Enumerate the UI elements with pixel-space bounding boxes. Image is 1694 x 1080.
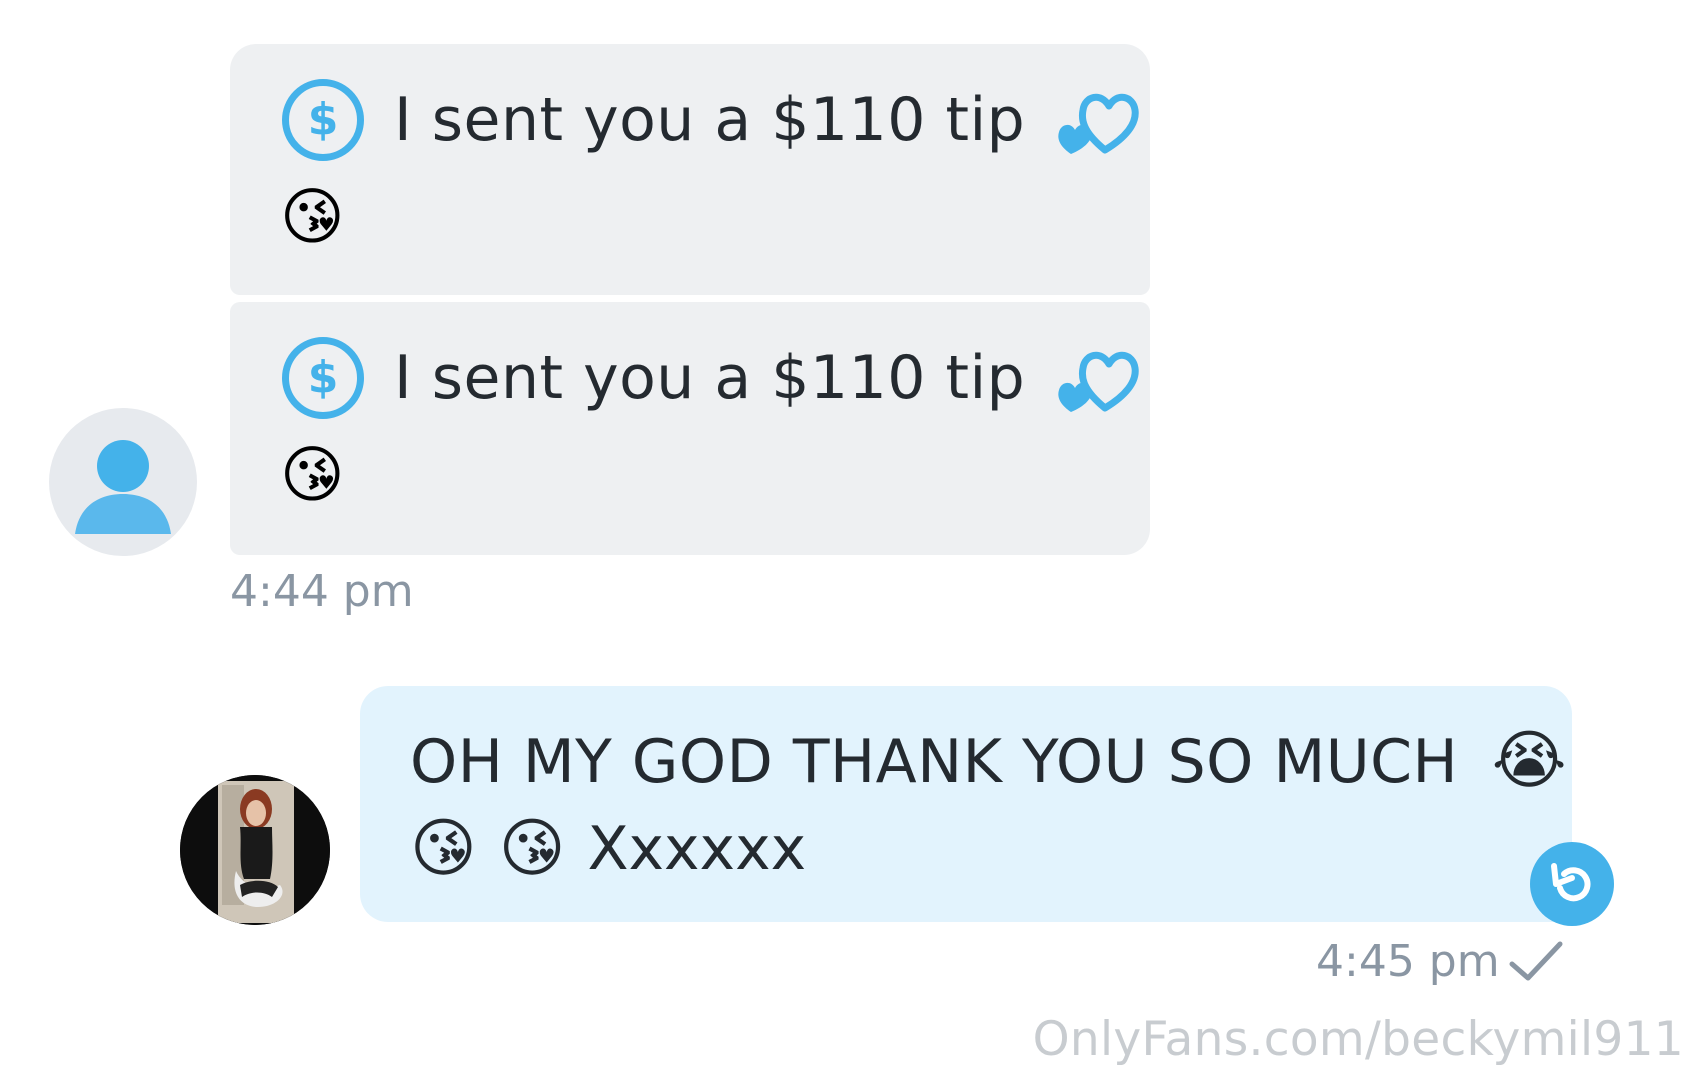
tip-message-text: I sent you a $110 tip	[394, 343, 1026, 413]
incoming-tip-message[interactable]: $ I sent you a $110 tip 😘	[230, 44, 1150, 295]
tip-message-text: I sent you a $110 tip	[394, 85, 1026, 155]
chat-thread: $ I sent you a $110 tip 😘 $ I sent you a…	[0, 0, 1694, 1080]
creator-photo	[180, 775, 330, 925]
tip-row: $ I sent you a $110 tip	[282, 336, 1143, 420]
message-text: OH MY GOD THANK YOU SO MUCH	[410, 727, 1459, 797]
two-hearts-icon	[1058, 93, 1139, 154]
kiss-emoji: 😘	[410, 812, 477, 886]
message-timestamp: 4:45 pm	[1316, 936, 1500, 987]
kiss-emoji: 😘	[280, 180, 345, 253]
message-text: Xxxxxx	[587, 814, 807, 884]
outgoing-message[interactable]: OH MY GOD THANK YOU SO MUCH 😭 😘 😘 Xxxxxx	[360, 686, 1572, 922]
user-silhouette-icon	[75, 440, 171, 534]
crying-emoji: 😭	[1491, 724, 1568, 798]
sender-avatar[interactable]	[49, 408, 197, 556]
message-timestamp: 4:44 pm	[230, 566, 414, 617]
creator-avatar[interactable]	[180, 775, 330, 925]
two-hearts-icon	[1058, 351, 1139, 412]
dollar-circle-icon: $	[282, 79, 364, 161]
kiss-emoji: 😘	[498, 812, 566, 886]
tip-row: $ I sent you a $110 tip	[282, 78, 1143, 162]
message-line: 😘 😘 Xxxxxx	[410, 814, 806, 884]
undo-icon	[1551, 863, 1591, 902]
message-line: OH MY GOD THANK YOU SO MUCH 😭	[410, 724, 1567, 798]
watermark: OnlyFans.com/beckymil911	[1032, 1012, 1684, 1067]
incoming-tip-message[interactable]: $ I sent you a $110 tip 😘	[230, 302, 1150, 555]
checkmark-icon	[1509, 941, 1563, 981]
kiss-emoji: 😘	[280, 438, 345, 511]
undo-button[interactable]	[1530, 842, 1614, 926]
dollar-circle-icon: $	[282, 337, 364, 419]
